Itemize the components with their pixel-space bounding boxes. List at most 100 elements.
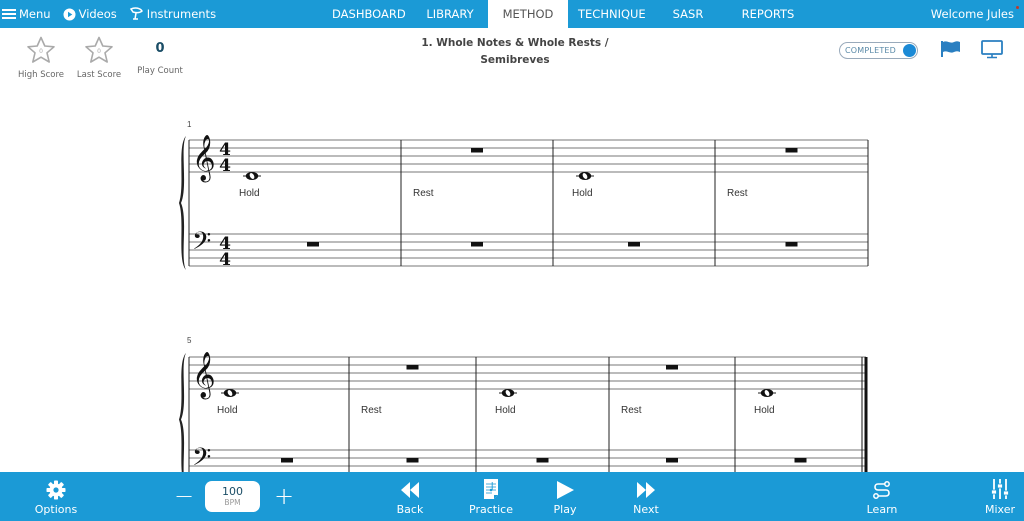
top-nav-left: Menu Videos Instruments bbox=[2, 0, 216, 28]
whole-rest bbox=[785, 148, 798, 153]
mixer-label: Mixer bbox=[984, 503, 1015, 516]
display-button[interactable] bbox=[981, 40, 1003, 63]
whole-rest bbox=[406, 458, 419, 463]
tab-sasr[interactable]: SASR bbox=[648, 0, 728, 28]
learn-label: Learn bbox=[866, 503, 898, 516]
play-count-value: 0 bbox=[155, 41, 165, 56]
tab-reports[interactable]: REPORTS bbox=[728, 0, 808, 28]
whole-rest bbox=[281, 458, 293, 463]
lyric: Rest bbox=[621, 405, 642, 416]
menu-button[interactable]: Menu bbox=[2, 7, 51, 21]
play-circle-icon bbox=[63, 8, 76, 20]
star-icon: 0 bbox=[27, 36, 55, 63]
time-signature-denominator: 4 bbox=[219, 156, 231, 176]
tab-dashboard[interactable]: DASHBOARD bbox=[322, 0, 412, 28]
grand-staff-brace bbox=[179, 136, 186, 270]
top-nav-bar: Menu Videos Instruments DASHBOARD LIBRAR… bbox=[0, 0, 1024, 28]
menu-label: Menu bbox=[19, 7, 51, 21]
instruments-button[interactable]: Instruments bbox=[129, 7, 216, 21]
practice-button[interactable]: Practice bbox=[466, 472, 516, 521]
play-count-label: Play Count bbox=[137, 66, 183, 76]
whole-rest bbox=[471, 242, 483, 247]
welcome-label: Welcome Jules bbox=[930, 7, 1014, 21]
back-button[interactable]: Back bbox=[390, 472, 430, 521]
play-icon bbox=[557, 481, 574, 499]
tempo-value: 100 bbox=[222, 485, 243, 498]
lyric: Hold bbox=[217, 405, 238, 416]
lesson-title: 1. Whole Notes & Whole Rests / Semibreve… bbox=[390, 35, 640, 69]
next-label: Next bbox=[633, 503, 659, 516]
gear-icon bbox=[46, 480, 66, 500]
mixer-button[interactable]: Mixer bbox=[980, 472, 1020, 521]
videos-label: Videos bbox=[78, 7, 117, 21]
high-score-label: High Score bbox=[17, 70, 65, 80]
mixer-icon bbox=[991, 479, 1009, 499]
tab-method[interactable]: METHOD bbox=[488, 0, 568, 28]
next-button[interactable]: Next bbox=[626, 472, 666, 521]
lyric: Hold bbox=[495, 405, 516, 416]
whole-rest bbox=[471, 148, 483, 153]
grand-staff-brace bbox=[179, 353, 186, 472]
whole-rest bbox=[666, 365, 678, 370]
play-button[interactable]: Play bbox=[545, 472, 585, 521]
lyric: Rest bbox=[413, 188, 434, 199]
lyric: Hold bbox=[239, 188, 260, 199]
welcome-user[interactable]: Welcome Jules bbox=[930, 0, 1019, 28]
sheet-music: 1𝄞𝄢4444Hold Rest Hold Rest5𝄞𝄢Hold Rest Hold Re… bbox=[179, 120, 869, 472]
notification-dot bbox=[1016, 6, 1019, 9]
whole-rest bbox=[536, 458, 549, 463]
whole-rest bbox=[307, 242, 319, 247]
bottom-toolbar: Options − 100 BPM + Back Practice Play N… bbox=[0, 472, 1024, 521]
practice-label: Practice bbox=[469, 503, 513, 516]
completed-toggle[interactable]: COMPLETED bbox=[839, 42, 918, 59]
tempo-decrease-button[interactable]: − bbox=[174, 482, 194, 510]
instrument-icon bbox=[129, 7, 143, 20]
lyric: Hold bbox=[572, 188, 593, 199]
tempo-increase-button[interactable]: + bbox=[274, 482, 294, 510]
videos-button[interactable]: Videos bbox=[63, 7, 117, 21]
measure-number: 5 bbox=[187, 336, 192, 345]
learn-button[interactable]: Learn bbox=[862, 472, 902, 521]
fast-forward-icon bbox=[637, 482, 655, 498]
high-score-stat: 0 High Score bbox=[11, 36, 71, 80]
treble-clef: 𝄞 bbox=[192, 135, 216, 183]
time-signature-denominator: 4 bbox=[219, 250, 231, 270]
completed-label: COMPLETED bbox=[845, 46, 897, 55]
toggle-knob bbox=[903, 44, 916, 57]
lyric: Rest bbox=[361, 405, 382, 416]
options-button[interactable]: Options bbox=[26, 472, 86, 521]
sheet-music-icon bbox=[484, 479, 498, 499]
main-tabs: DASHBOARD LIBRARY METHOD TECHNIQUE SASR … bbox=[322, 0, 808, 28]
last-score-value: 0 bbox=[97, 48, 101, 55]
play-label: Play bbox=[553, 503, 577, 516]
lyric: Hold bbox=[754, 405, 775, 416]
whole-rest bbox=[785, 242, 798, 247]
tempo-field[interactable]: 100 BPM bbox=[205, 481, 260, 512]
last-score-label: Last Score bbox=[76, 70, 122, 80]
lyric: Rest bbox=[727, 188, 748, 199]
lesson-title-line2: Semibreves bbox=[480, 54, 550, 66]
flag-icon bbox=[941, 41, 960, 57]
treble-clef: 𝄞 bbox=[192, 352, 216, 400]
tab-technique[interactable]: TECHNIQUE bbox=[568, 0, 648, 28]
last-score-stat: 0 Last Score bbox=[69, 36, 129, 80]
whole-rest bbox=[406, 365, 419, 370]
measure-number: 1 bbox=[187, 120, 192, 129]
rewind-icon bbox=[401, 482, 419, 498]
bass-clef: 𝄢 bbox=[192, 443, 211, 472]
tab-library[interactable]: LIBRARY bbox=[412, 0, 488, 28]
hamburger-icon bbox=[2, 9, 16, 19]
tempo-unit: BPM bbox=[224, 498, 241, 507]
instruments-label: Instruments bbox=[146, 7, 217, 21]
whole-rest bbox=[666, 458, 678, 463]
whole-rest bbox=[628, 242, 640, 247]
star-icon: 0 bbox=[85, 36, 113, 63]
flag-button[interactable] bbox=[940, 40, 961, 62]
options-label: Options bbox=[34, 503, 78, 516]
bass-clef: 𝄢 bbox=[192, 227, 211, 262]
monitor-icon bbox=[981, 40, 1003, 59]
whole-rest bbox=[794, 458, 807, 463]
route-icon bbox=[873, 481, 890, 499]
high-score-value: 0 bbox=[39, 48, 43, 55]
lesson-title-line1: 1. Whole Notes & Whole Rests / bbox=[421, 37, 609, 49]
